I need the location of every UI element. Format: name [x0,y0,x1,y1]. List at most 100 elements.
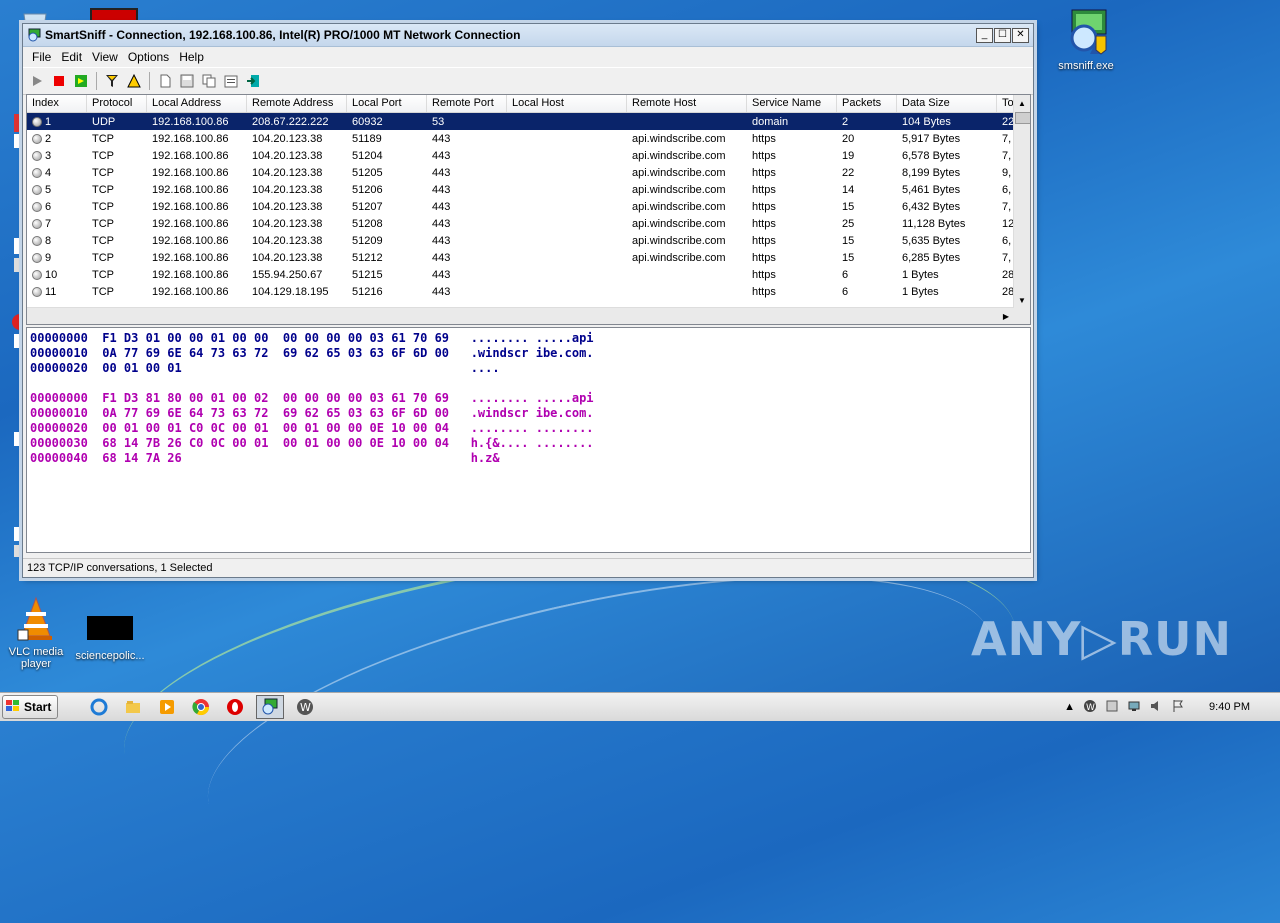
column-header[interactable]: Remote Port [427,95,507,112]
show-hidden-icons-icon[interactable]: ▲ [1064,701,1075,713]
vertical-scrollbar[interactable]: ▲ ▼ [1013,95,1030,324]
network-icon[interactable] [1127,699,1141,716]
table-row-partial[interactable] [27,300,1030,306]
column-header[interactable]: Local Address [147,95,247,112]
column-header[interactable]: Service Name [747,95,837,112]
chrome-icon[interactable] [188,696,214,718]
scroll-thumb[interactable] [1015,112,1030,124]
desktop-app-icon[interactable] [0,112,22,152]
desktop-icon-sciencepolic[interactable]: sciencepolic... [74,612,146,662]
table-cell: 60932 [352,115,383,128]
scroll-up-icon[interactable]: ▲ [1015,96,1029,110]
table-cell: 1 Bytes [902,285,939,298]
horizontal-scrollbar[interactable]: ▶ [27,307,1014,324]
table-cell: 443 [432,285,451,298]
hex-dump-pane[interactable]: 00000000 F1 D3 01 00 00 01 00 00 00 00 0… [26,327,1031,553]
properties-icon[interactable] [221,71,241,91]
table-row[interactable]: 3 TCP 192.168.100.86 104.20.123.38 51204 443 a… [27,147,1030,164]
menu-view[interactable]: View [87,50,123,64]
windows-logo-icon [5,699,21,716]
new-file-icon[interactable] [155,71,175,91]
table-cell: 104.129.18.195 [252,285,329,298]
status-dot-icon [32,218,42,229]
desktop-icon-vlc[interactable]: VLC media player [0,596,72,670]
table-cell: 443 [432,251,451,264]
menu-help[interactable]: Help [174,50,209,64]
windscribe-tray-icon[interactable]: W [1083,699,1097,716]
table-cell: 192.168.100.86 [152,268,229,281]
explorer-icon[interactable] [120,696,146,718]
table-row[interactable]: 8 TCP 192.168.100.86 104.20.123.38 51209 443 a… [27,232,1030,249]
close-button[interactable]: ✕ [1012,27,1029,43]
column-header[interactable]: Remote Address [247,95,347,112]
stop-capture-icon[interactable] [49,71,69,91]
column-header[interactable]: Index [27,95,87,112]
scroll-right-icon[interactable]: ▶ [999,309,1013,323]
table-cell: 104.20.123.38 [252,149,323,162]
table-row[interactable]: 1 UDP 192.168.100.86 208.67.222.222 60932 53 d… [27,113,1030,130]
table-cell: 443 [432,200,451,213]
table-row[interactable]: 5 TCP 192.168.100.86 104.20.123.38 51206 443 a… [27,181,1030,198]
copy-icon[interactable] [199,71,219,91]
menu-file[interactable]: File [27,50,56,64]
maximize-button[interactable]: ☐ [994,27,1011,43]
status-dot-icon [32,133,42,144]
media-player-icon[interactable] [154,696,180,718]
smartsniff-title-icon [27,28,41,42]
table-row[interactable]: 6 TCP 192.168.100.86 104.20.123.38 51207 443 a… [27,198,1030,215]
refresh-icon[interactable] [71,71,91,91]
table-cell: 443 [432,268,451,281]
exit-icon[interactable] [243,71,263,91]
minimize-button[interactable]: _ [976,27,993,43]
table-cell: 20 [842,132,855,145]
ie-icon[interactable] [86,696,112,718]
table-cell: https [752,183,776,196]
table-cell: 443 [432,183,451,196]
table-cell: domain [752,115,789,128]
menu-options[interactable]: Options [123,50,174,64]
table-cell: 5 [27,184,87,196]
table-cell: 10 [27,269,87,281]
column-header[interactable]: Protocol [87,95,147,112]
opera-icon[interactable] [222,696,248,718]
table-cell: https [752,166,776,179]
table-cell: 104.20.123.38 [252,183,323,196]
title-bar[interactable]: SmartSniff - Connection, 192.168.100.86,… [23,24,1033,47]
start-capture-icon[interactable] [27,71,47,91]
column-header[interactable]: Local Port [347,95,427,112]
conversation-list[interactable]: Index Protocol Local Address Remote Address… [26,94,1031,325]
column-header[interactable]: Data Size [897,95,997,112]
desktop-app-icon[interactable] [0,234,22,274]
table-cell: 443 [432,166,451,179]
table-row[interactable]: 10 TCP 192.168.100.86 155.94.250.67 51215 443… [27,266,1030,283]
action-center-icon[interactable] [1105,699,1119,716]
table-row[interactable]: 7 TCP 192.168.100.86 104.20.123.38 51208 443 a… [27,215,1030,232]
volume-icon[interactable] [1149,699,1163,716]
desktop-app-icon[interactable] [0,310,28,350]
table-row[interactable]: 4 TCP 192.168.100.86 104.20.123.38 51205 443 a… [27,164,1030,181]
menu-edit[interactable]: Edit [56,50,87,64]
smartsniff-taskbar-icon[interactable] [256,695,285,719]
filter-icon[interactable] [102,71,122,91]
desktop-app-icon[interactable] [0,525,22,559]
windscribe-taskbar-icon[interactable]: W [292,696,318,718]
desktop-icon-smsniff[interactable]: smsniff.exe [1050,8,1122,72]
table-cell: 192.168.100.86 [152,285,229,298]
save-icon[interactable] [177,71,197,91]
table-row[interactable]: 2 TCP 192.168.100.86 104.20.123.38 51189 443 a… [27,130,1030,147]
column-header[interactable]: Local Host [507,95,627,112]
table-cell: 443 [432,234,451,247]
table-cell: 51215 [352,268,383,281]
clock[interactable]: 9:40 PM [1209,701,1250,713]
desktop-app-icon[interactable] [0,430,22,450]
alert-icon[interactable] [124,71,144,91]
table-cell: TCP [92,217,114,230]
table-cell: 192.168.100.86 [152,115,229,128]
table-row[interactable]: 9 TCP 192.168.100.86 104.20.123.38 51212 443 a… [27,249,1030,266]
column-header[interactable]: Packets [837,95,897,112]
table-row[interactable]: 11 TCP 192.168.100.86 104.129.18.195 51216 44… [27,283,1030,300]
flag-icon[interactable] [1171,699,1185,716]
start-button[interactable]: Start [2,695,59,719]
scroll-down-icon[interactable]: ▼ [1015,293,1029,307]
column-header[interactable]: Remote Host [627,95,747,112]
